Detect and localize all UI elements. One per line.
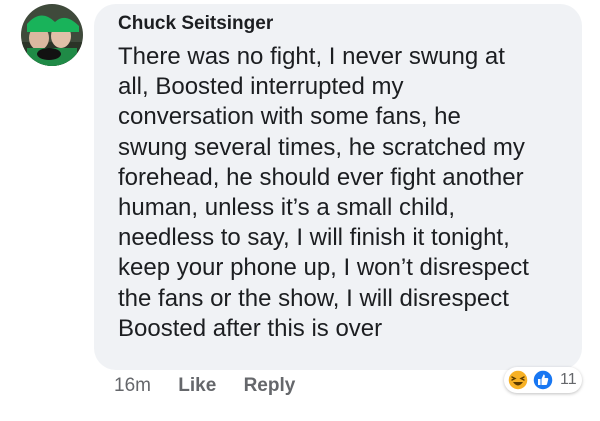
comment-text-line: Boosted after this is over: [118, 314, 383, 342]
comment-text-line: swung several times, he scratched my: [118, 133, 525, 161]
haha-icon: [507, 369, 529, 391]
comment-text-line: all, Boosted interrupted my: [118, 73, 404, 101]
comment-text-line: keep your phone up, I won’t disrespect: [118, 254, 529, 282]
reactions-summary[interactable]: 11: [504, 367, 582, 393]
comment-timestamp[interactable]: 16m: [114, 375, 151, 396]
like-button[interactable]: Like: [178, 375, 216, 396]
comment-text: There was no fight, I never swung at all…: [118, 42, 578, 344]
avatar[interactable]: [21, 4, 83, 66]
like-icon: [532, 369, 554, 391]
comment-author[interactable]: Chuck Seitsinger: [118, 12, 273, 36]
comment-text-line: needless to say, I will finish it tonigh…: [118, 224, 510, 252]
comment-text-line: There was no fight, I never swung at: [118, 43, 505, 70]
comment-text-line: conversation with some fans, he: [118, 103, 461, 131]
reply-button[interactable]: Reply: [244, 375, 296, 396]
reaction-count: 11: [560, 371, 577, 388]
comment-text-line: human, unless it’s a small child,: [118, 194, 456, 222]
comment-actions: 16m Like Reply: [114, 374, 317, 398]
comment-text-line: forehead, he should ever fight another: [118, 163, 524, 191]
comment-text-line: the fans or the show, I will disrespect: [118, 284, 509, 312]
